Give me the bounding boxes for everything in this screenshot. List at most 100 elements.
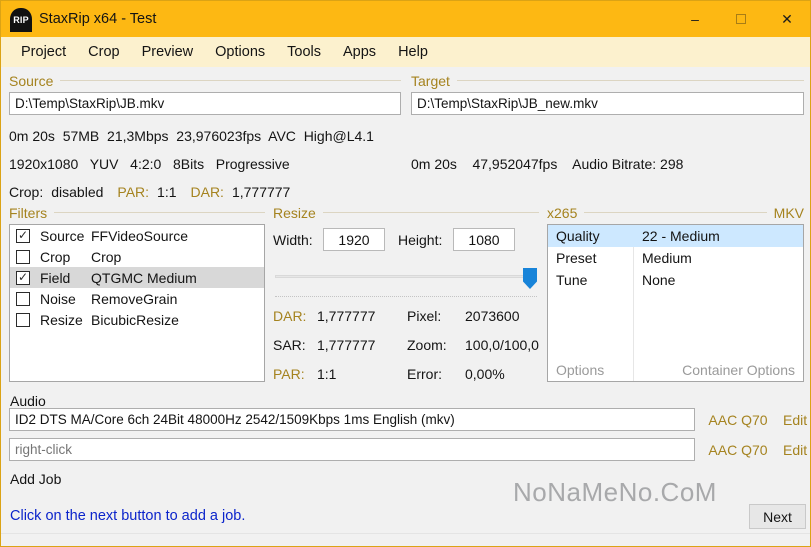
filters-group-header: Filters — [9, 204, 265, 221]
width-height-row: Width: Height: — [273, 228, 539, 251]
filter-name: Noise — [40, 291, 91, 307]
audio-track-1-input[interactable] — [9, 408, 695, 431]
par-value: 1:1 — [157, 184, 176, 200]
crop-value: disabled — [51, 184, 103, 200]
checkbox[interactable] — [16, 250, 30, 264]
sar-value: 1,777777 — [317, 337, 407, 353]
setting-value: None — [633, 272, 803, 288]
close-button[interactable]: ✕ — [764, 1, 810, 37]
divider — [1, 533, 810, 534]
width-input[interactable] — [323, 228, 385, 251]
filter-value: RemoveGrain — [91, 291, 264, 307]
width-label: Width: — [273, 232, 323, 248]
minimize-icon: – — [691, 11, 699, 27]
crop-label: Crop: — [9, 184, 43, 200]
filter-name: Resize — [40, 312, 91, 328]
resize-group-header: Resize — [273, 204, 539, 221]
audio-track-2-input[interactable] — [9, 438, 695, 461]
audio-track-2-edit-link[interactable]: Edit — [783, 442, 807, 458]
slider-ticks — [275, 296, 537, 297]
checkbox[interactable] — [16, 292, 30, 306]
staxrip-window: RIP StaxRip x64 - Test – ✕ Project Crop … — [0, 0, 811, 547]
audio-track-2-codec-link[interactable]: AAC Q70 — [702, 442, 774, 458]
groupbox-line — [323, 212, 539, 213]
target-path-input[interactable] — [411, 92, 804, 115]
checkbox[interactable]: ✓ — [16, 271, 30, 285]
slider-thumb[interactable] — [523, 268, 537, 289]
filters-list: ✓ Source FFVideoSource Crop Crop ✓ Field… — [9, 224, 265, 382]
target-group-label: Target — [411, 73, 450, 89]
resize-slider[interactable] — [273, 272, 539, 294]
audio-section-label: Audio — [10, 393, 46, 409]
window-controls: – ✕ — [672, 1, 810, 37]
container-options-link[interactable]: Container Options — [682, 362, 795, 378]
menu-options[interactable]: Options — [204, 40, 276, 64]
next-button[interactable]: Next — [749, 504, 806, 529]
dar-label: DAR: — [273, 308, 317, 324]
sar-label: SAR: — [273, 337, 317, 353]
checkbox[interactable]: ✓ — [16, 229, 30, 243]
menu-crop[interactable]: Crop — [77, 40, 130, 64]
setting-name: Preset — [548, 250, 633, 266]
dar-value: 1,777777 — [232, 184, 290, 200]
encoder-row-quality[interactable]: Quality 22 - Medium — [548, 225, 803, 247]
menu-apps[interactable]: Apps — [332, 40, 387, 64]
setting-name: Tune — [548, 272, 633, 288]
add-job-label: Add Job — [10, 471, 61, 487]
checkbox[interactable] — [16, 313, 30, 327]
encoder-row-tune[interactable]: Tune None — [548, 269, 803, 291]
filter-row-field[interactable]: ✓ Field QTGMC Medium — [10, 267, 264, 288]
encoder-group-header: x265 MKV — [547, 204, 804, 221]
setting-value: 22 - Medium — [633, 228, 803, 244]
menu-tools[interactable]: Tools — [276, 40, 332, 64]
groupbox-line — [457, 80, 804, 81]
audio-track-1-codec-link[interactable]: AAC Q70 — [702, 412, 774, 428]
menu-help[interactable]: Help — [387, 40, 439, 64]
filter-name: Crop — [40, 249, 91, 265]
close-icon: ✕ — [781, 11, 793, 28]
source-info-line-3: Crop: disabled PAR: 1:1 DAR: 1,777777 — [9, 184, 401, 200]
menu-preview[interactable]: Preview — [131, 40, 205, 64]
resize-group-label: Resize — [273, 205, 316, 221]
filter-row-resize[interactable]: Resize BicubicResize — [10, 309, 264, 330]
filter-value: FFVideoSource — [91, 228, 264, 244]
filter-row-crop[interactable]: Crop Crop — [10, 246, 264, 267]
filter-row-noise[interactable]: Noise RemoveGrain — [10, 288, 264, 309]
resize-metrics: DAR: 1,777777 Pixel: 2073600 SAR: 1,7777… — [273, 308, 539, 382]
checkmark-icon: ✓ — [18, 229, 28, 241]
audio-track-row-1: AAC Q70 Edit — [9, 408, 804, 431]
minimize-button[interactable]: – — [672, 1, 718, 37]
metric-row-par: PAR: 1:1 Error: 0,00% — [273, 366, 539, 382]
slider-track[interactable] — [275, 275, 537, 278]
metric-row-sar: SAR: 1,777777 Zoom: 100,0/100,0 — [273, 337, 539, 353]
pixel-value: 2073600 — [465, 308, 539, 324]
audio-track-row-2: AAC Q70 Edit — [9, 438, 804, 461]
par-label: PAR: — [273, 366, 317, 382]
encoder-settings-list: Quality 22 - Medium Preset Medium Tune N… — [547, 224, 804, 382]
filter-row-source[interactable]: ✓ Source FFVideoSource — [10, 225, 264, 246]
filter-value: BicubicResize — [91, 312, 264, 328]
height-input[interactable] — [453, 228, 515, 251]
source-info-line-1: 0m 20s 57MB 21,3Mbps 23,976023fps AVC Hi… — [9, 128, 401, 144]
container-label[interactable]: MKV — [774, 205, 804, 221]
groupbox-line — [60, 80, 401, 81]
source-path-input[interactable] — [9, 92, 401, 115]
error-value: 0,00% — [465, 366, 539, 382]
maximize-button[interactable] — [718, 1, 764, 37]
encoder-label[interactable]: x265 — [547, 205, 577, 221]
source-group: Source 0m 20s 57MB 21,3Mbps 23,976023fps… — [9, 72, 401, 200]
source-group-header: Source — [9, 72, 401, 89]
status-hint-text: Click on the next button to add a job. — [10, 508, 245, 524]
zoom-label: Zoom: — [407, 337, 465, 353]
audio-track-1-edit-link[interactable]: Edit — [783, 412, 807, 428]
menu-project[interactable]: Project — [10, 40, 77, 64]
app-icon: RIP — [10, 8, 32, 32]
height-label: Height: — [398, 232, 453, 248]
encoder-row-preset[interactable]: Preset Medium — [548, 247, 803, 269]
par-label: PAR: — [117, 184, 149, 200]
target-group: Target 0m 20s 47,952047fps Audio Bitrate… — [411, 72, 804, 172]
groupbox-line — [54, 212, 265, 213]
metric-row-dar: DAR: 1,777777 Pixel: 2073600 — [273, 308, 539, 324]
options-link[interactable]: Options — [556, 362, 604, 378]
filters-group: Filters ✓ Source FFVideoSource Crop Crop… — [9, 204, 265, 382]
